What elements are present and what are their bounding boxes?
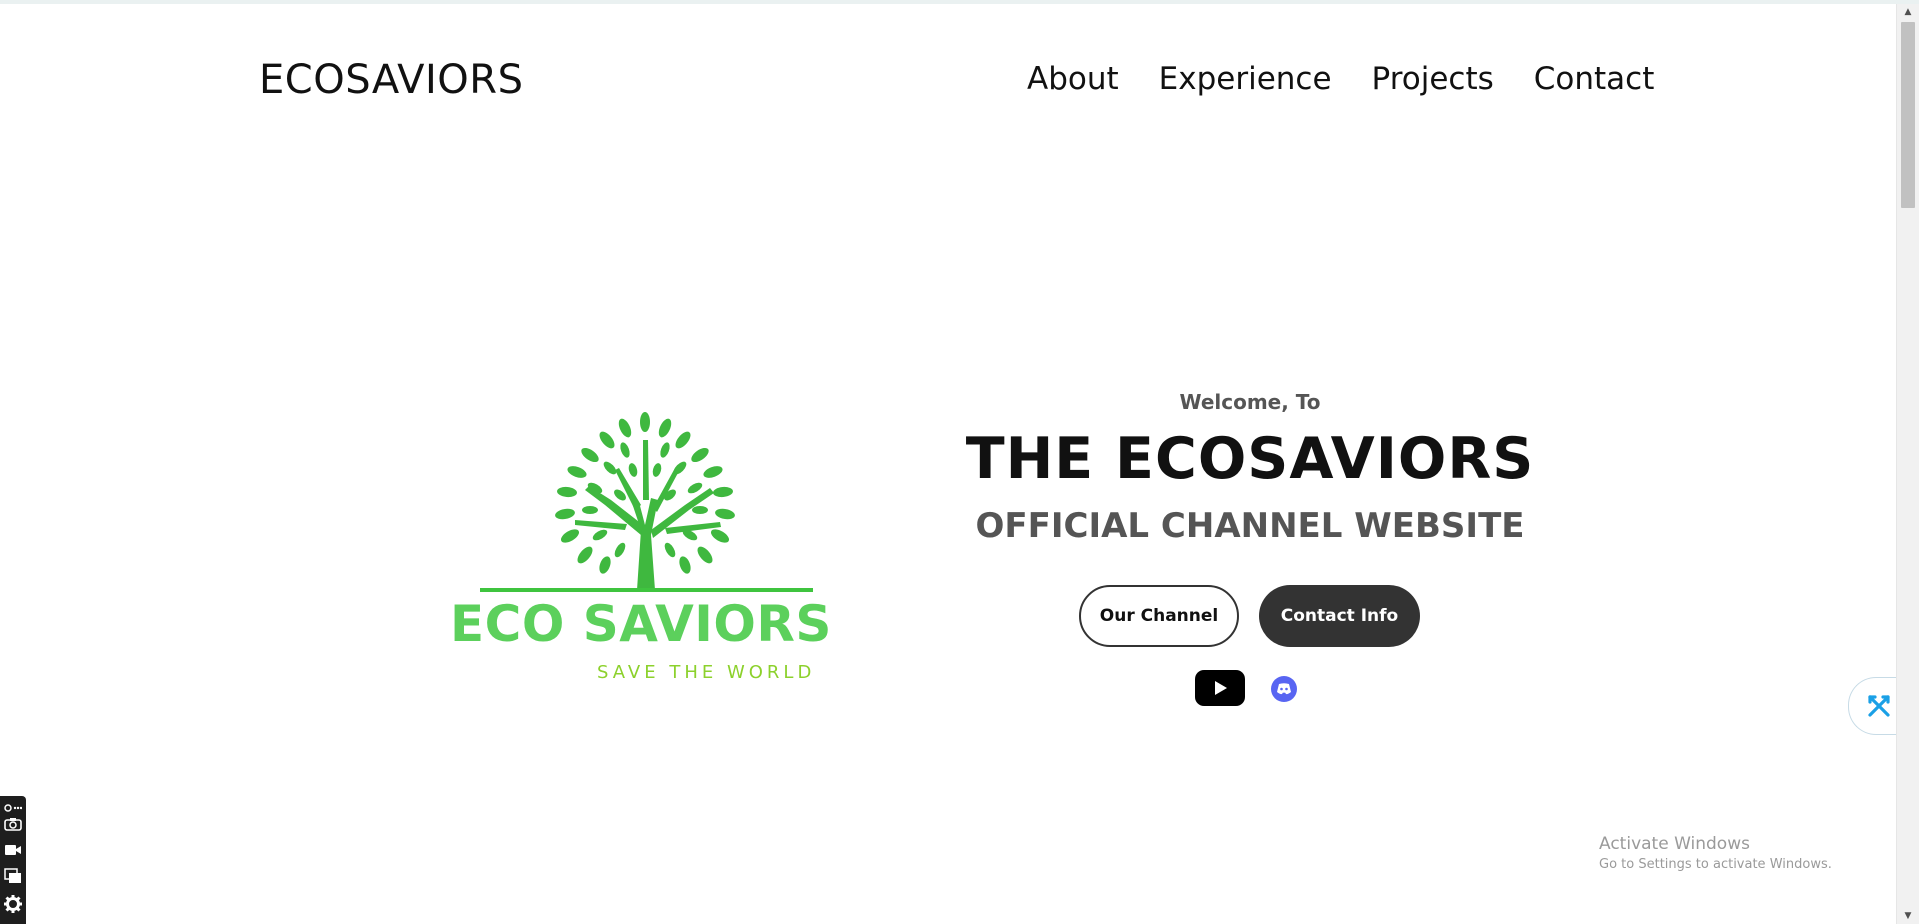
watermark-title: Activate Windows (1599, 834, 1750, 854)
watermark-subtitle: Go to Settings to activate Windows. (1599, 857, 1832, 872)
brand-tagline: SAVE THE WORLD (597, 662, 816, 683)
nav-projects[interactable]: Projects (1372, 61, 1494, 97)
capture-toolbar (0, 796, 26, 924)
welcome-text: Welcome, To (1179, 390, 1321, 414)
our-channel-button[interactable]: Our Channel (1079, 585, 1239, 647)
page-scrollbar[interactable]: ▲ ▼ (1896, 4, 1919, 924)
scroll-down-arrow[interactable]: ▼ (1897, 908, 1919, 924)
nav-about[interactable]: About (1027, 61, 1119, 97)
cross-arrows-icon (1868, 695, 1890, 717)
nav-experience[interactable]: Experience (1159, 61, 1332, 97)
page-subtitle: OFFICIAL CHANNEL WEBSITE (975, 506, 1525, 546)
scroll-thumb[interactable] (1901, 22, 1915, 208)
page-title: THE ECOSAVIORS (965, 426, 1535, 492)
scroll-up-arrow[interactable]: ▲ (1897, 4, 1919, 20)
top-border (0, 0, 1919, 4)
brand-ground-line (480, 588, 813, 592)
discord-icon[interactable] (1271, 676, 1297, 702)
brand-logo: ECO SAVIORS SAVE THE WORLD (445, 410, 835, 690)
gear-icon[interactable] (3, 894, 23, 914)
windows-watermark: Activate Windows Go to Settings to activ… (1599, 834, 1832, 872)
brand-name: ECO SAVIORS (450, 595, 832, 653)
youtube-icon[interactable] (1195, 670, 1245, 706)
nav-contact[interactable]: Contact (1534, 61, 1655, 97)
tree-icon (555, 412, 735, 590)
camera-icon[interactable] (3, 814, 23, 834)
video-icon[interactable] (3, 840, 23, 860)
hero-section: Welcome, To THE ECOSAVIORS OFFICIAL CHAN… (900, 390, 1600, 546)
windows-icon[interactable] (3, 866, 23, 886)
site-logo[interactable]: ECOSAVIORS (259, 57, 523, 103)
contact-info-button[interactable]: Contact Info (1259, 585, 1420, 647)
main-nav: About Experience Projects Contact (1027, 61, 1654, 97)
